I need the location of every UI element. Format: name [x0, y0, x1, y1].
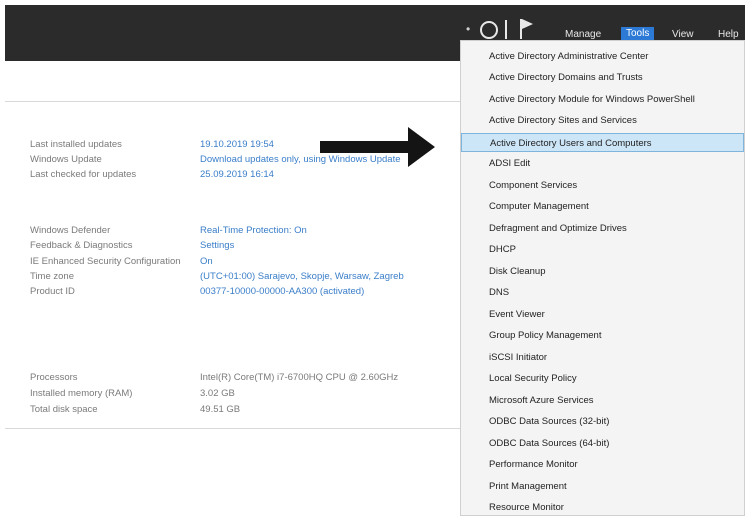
properties-header	[5, 61, 460, 101]
menu-item-performance-monitor[interactable]: Performance Monitor	[489, 455, 739, 474]
menu-help[interactable]: Help	[718, 29, 739, 40]
menu-item-print-management[interactable]: Print Management	[489, 477, 739, 496]
menu-item-odbc-32[interactable]: ODBC Data Sources (32-bit)	[489, 412, 739, 431]
divider	[5, 101, 460, 102]
menu-item-component-services[interactable]: Component Services	[489, 176, 739, 195]
prop-value-ie-esc[interactable]: On	[200, 256, 213, 267]
prop-label-feedback: Feedback & Diagnostics	[30, 240, 133, 251]
prop-label-processors: Processors	[30, 372, 78, 383]
menu-manage[interactable]: Manage	[565, 29, 601, 40]
prop-label-last-checked: Last checked for updates	[30, 169, 137, 180]
annotation-arrow-icon	[320, 127, 435, 167]
prop-label-time-zone: Time zone	[30, 271, 74, 282]
prop-value-time-zone[interactable]: (UTC+01:00) Sarajevo, Skopje, Warsaw, Za…	[200, 271, 404, 282]
menu-item-group-policy[interactable]: Group Policy Management	[489, 326, 739, 345]
prop-label-ie-esc: IE Enhanced Security Configuration	[30, 256, 181, 267]
menu-view[interactable]: View	[672, 29, 694, 40]
menu-item-resource-monitor[interactable]: Resource Monitor	[489, 498, 739, 517]
prop-value-memory: 3.02 GB	[200, 388, 235, 399]
prop-value-disk: 49.51 GB	[200, 404, 241, 415]
prop-label-last-installed-updates: Last installed updates	[30, 139, 122, 150]
menu-item-dhcp[interactable]: DHCP	[489, 240, 739, 259]
menu-item-ad-admin-center[interactable]: Active Directory Administrative Center	[489, 47, 739, 66]
notifications-flag-icon[interactable]	[520, 19, 534, 39]
prop-label-product-id: Product ID	[30, 286, 75, 297]
refresh-icon[interactable]	[480, 21, 498, 39]
prop-value-product-id[interactable]: 00377-10000-00000-AA300 (activated)	[200, 286, 364, 297]
prop-value-windows-defender[interactable]: Real-Time Protection: On	[200, 225, 307, 236]
prop-value-last-checked[interactable]: 25.09.2019 16:14	[200, 169, 274, 180]
prop-value-processors: Intel(R) Core(TM) i7-6700HQ CPU @ 2.60GH…	[200, 372, 399, 383]
menu-item-odbc-64[interactable]: ODBC Data Sources (64-bit)	[489, 434, 739, 453]
prop-label-windows-defender: Windows Defender	[30, 225, 111, 236]
menu-item-dns[interactable]: DNS	[489, 283, 739, 302]
prop-label-disk: Total disk space	[30, 404, 98, 415]
menu-item-iscsi-initiator[interactable]: iSCSI Initiator	[489, 348, 739, 367]
prop-value-feedback[interactable]: Settings	[200, 240, 234, 251]
tools-dropdown-menu: Active Directory Administrative Center A…	[460, 40, 745, 516]
menu-item-ad-sites-services[interactable]: Active Directory Sites and Services	[489, 111, 739, 130]
prop-value-last-installed-updates[interactable]: 19.10.2019 19:54	[200, 139, 274, 150]
menu-tools[interactable]: Tools	[621, 27, 655, 40]
menu-item-adsi-edit[interactable]: ADSI Edit	[489, 154, 739, 173]
dropdown-dot-icon[interactable]: •	[466, 22, 470, 36]
divider	[5, 428, 460, 429]
menu-item-event-viewer[interactable]: Event Viewer	[489, 305, 739, 324]
prop-label-windows-update: Windows Update	[30, 154, 102, 165]
menu-item-ad-powershell-module[interactable]: Active Directory Module for Windows Powe…	[489, 90, 739, 109]
toolbar-separator	[505, 20, 507, 39]
menu-item-ad-users-computers[interactable]: Active Directory Users and Computers	[461, 133, 744, 152]
prop-label-memory: Installed memory (RAM)	[30, 388, 133, 399]
menu-item-ad-domains-trusts[interactable]: Active Directory Domains and Trusts	[489, 68, 739, 87]
menu-item-azure-services[interactable]: Microsoft Azure Services	[489, 391, 739, 410]
menu-item-defragment[interactable]: Defragment and Optimize Drives	[489, 219, 739, 238]
menu-item-disk-cleanup[interactable]: Disk Cleanup	[489, 262, 739, 281]
menu-item-computer-management[interactable]: Computer Management	[489, 197, 739, 216]
menu-item-local-security-policy[interactable]: Local Security Policy	[489, 369, 739, 388]
